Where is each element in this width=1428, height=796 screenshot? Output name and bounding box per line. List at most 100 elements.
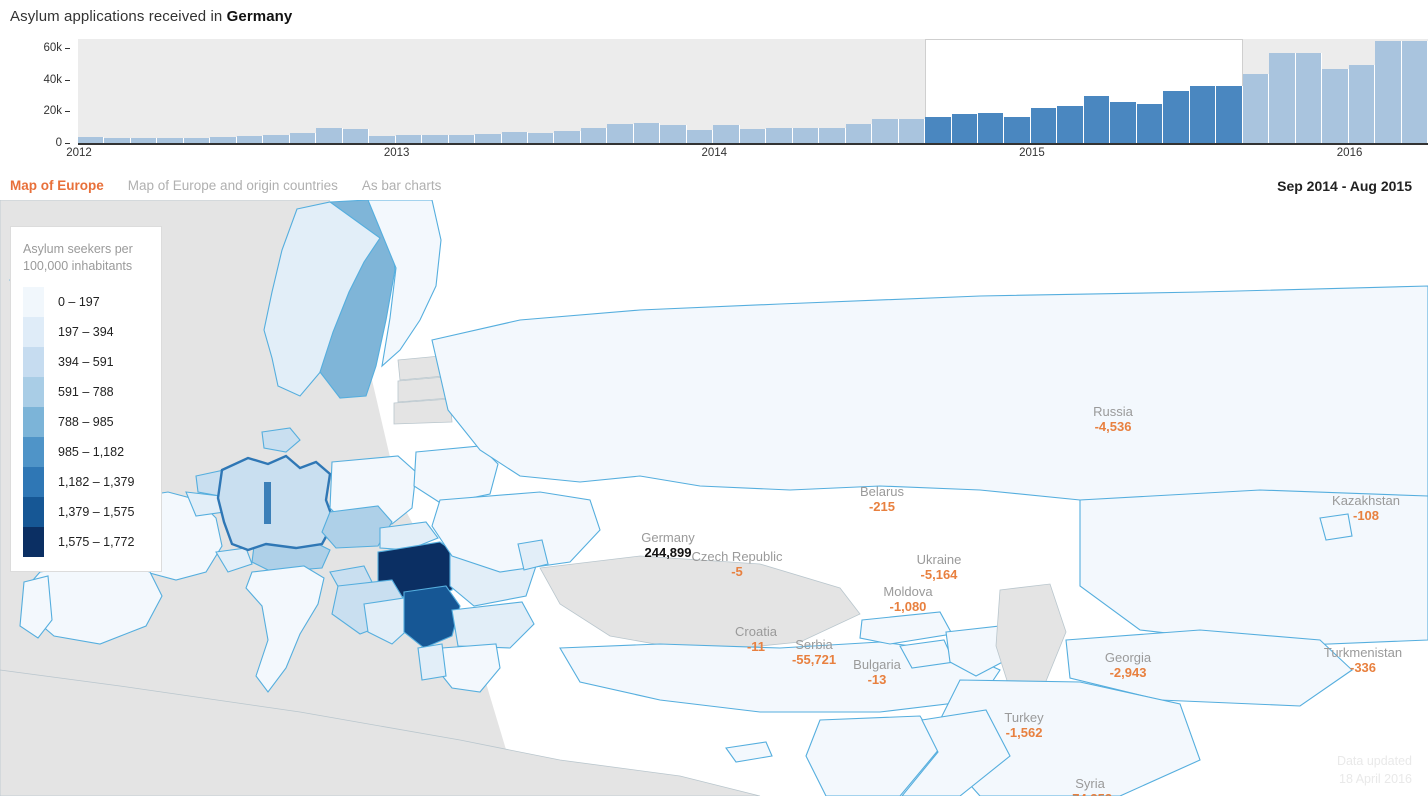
legend-bin[interactable]: 1,182 – 1,379 [23, 467, 151, 497]
timeline-bar[interactable] [1348, 65, 1376, 143]
view-tabs[interactable]: Map of Europe Map of Europe and origin c… [10, 178, 441, 193]
legend-bin[interactable]: 0 – 197 [23, 287, 151, 317]
legend-bin[interactable]: 197 – 394 [23, 317, 151, 347]
timeline-bar-selected[interactable] [1216, 86, 1243, 143]
aral-sea [1319, 513, 1353, 541]
timeline-bar[interactable] [422, 134, 449, 143]
tab-as-bar-charts[interactable]: As bar charts [362, 178, 442, 193]
timeline-bar[interactable] [1375, 40, 1402, 143]
timeline-bar[interactable] [369, 136, 396, 143]
timeline-bar[interactable] [607, 124, 634, 143]
map-svg[interactable] [0, 200, 1428, 796]
legend-color-swatch [23, 437, 44, 467]
timeline-bar[interactable] [1401, 40, 1428, 143]
timeline-bar[interactable] [448, 135, 476, 143]
timeline-bar-selected[interactable] [1057, 106, 1084, 143]
legend-bin[interactable]: 985 – 1,182 [23, 437, 151, 467]
timeline-bar[interactable] [263, 134, 290, 143]
timeline-bar[interactable] [1295, 52, 1323, 143]
asylum-dashboard: Asylum applications received in Germany … [0, 0, 1428, 796]
legend-bin-label: 1,575 – 1,772 [58, 535, 135, 549]
timeline-y-tick-label: 40k [43, 73, 62, 86]
timeline-bar[interactable] [528, 132, 555, 143]
legend-color-swatch [23, 497, 44, 527]
legend-title-line2: 100,000 inhabitants [23, 259, 133, 273]
tab-map-of-europe[interactable]: Map of Europe [10, 178, 104, 193]
legend-bin-label: 1,182 – 1,379 [58, 475, 135, 489]
country-kazakhstan [1079, 489, 1428, 647]
timeline-bar[interactable] [660, 125, 687, 143]
timeline-bar[interactable] [633, 122, 661, 143]
timeline-bar[interactable] [342, 128, 370, 143]
timeline-x-tick-label: 2013 [383, 147, 410, 159]
timeline-bar[interactable] [395, 134, 423, 143]
timeline-axis-line [78, 143, 1428, 145]
legend-color-swatch [23, 347, 44, 377]
timeline-y-tick [65, 79, 70, 81]
legend-bin[interactable]: 1,575 – 1,772 [23, 527, 151, 557]
timeline-y-tick-label: 0 [55, 137, 62, 149]
legend-bin[interactable]: 788 – 985 [23, 407, 151, 437]
date-range-label: Sep 2014 - Aug 2015 [1277, 178, 1412, 194]
timeline-bar[interactable] [845, 124, 873, 143]
timeline-bar[interactable] [554, 131, 581, 143]
germany-value-bar [264, 482, 271, 524]
timeline-bar-selected[interactable] [1110, 102, 1137, 143]
timeline-bar[interactable] [1242, 74, 1270, 143]
timeline-bar[interactable] [475, 133, 502, 143]
timeline-bar[interactable] [819, 127, 846, 143]
country-lithuania [393, 398, 453, 425]
timeline-bar[interactable] [686, 129, 714, 143]
timeline-bar-selected[interactable] [1004, 116, 1031, 143]
legend-bin[interactable]: 1,379 – 1,575 [23, 497, 151, 527]
tab-map-of-europe-and-origin-countries[interactable]: Map of Europe and origin countries [128, 178, 338, 193]
timeline-bar-selected[interactable] [1163, 90, 1190, 143]
legend-title-line1: Asylum seekers per [23, 242, 133, 256]
legend-bin-label: 985 – 1,182 [58, 445, 125, 459]
legend-color-swatch [23, 527, 44, 557]
timeline-bar[interactable] [501, 132, 528, 143]
timeline-bar-selected[interactable] [978, 113, 1005, 143]
timeline-bar[interactable] [898, 119, 926, 143]
timeline-bars[interactable] [78, 39, 1428, 143]
timeline-bar[interactable] [580, 128, 608, 143]
europe-map[interactable]: Germany 244,899 Czech Republic -5 Belarus -21… [0, 200, 1428, 796]
timeline-bar[interactable] [316, 127, 343, 143]
legend-color-swatch [23, 407, 44, 437]
country-moldova [517, 539, 549, 571]
timeline-bar-selected[interactable] [951, 113, 978, 143]
legend-color-swatch [23, 377, 44, 407]
page-title-prefix: Asylum applications received in [10, 8, 227, 25]
legend-bin[interactable]: 394 – 591 [23, 347, 151, 377]
legend-bin[interactable]: 591 – 788 [23, 377, 151, 407]
legend-color-swatch [23, 317, 44, 347]
timeline-y-tick [65, 111, 70, 113]
legend-bin-label: 591 – 788 [58, 385, 114, 399]
timeline-bar[interactable] [1322, 68, 1349, 143]
legend-bin-label: 197 – 394 [58, 325, 114, 339]
timeline-y-tick-label: 20k [43, 105, 62, 118]
timeline-bar[interactable] [739, 128, 767, 143]
legend-bin-label: 1,379 – 1,575 [58, 505, 135, 519]
timeline-bar[interactable] [713, 124, 740, 143]
country-germany [216, 454, 336, 552]
timeline-chart[interactable]: 0 20k 40k 60k 2012 2013 2014 2015 2016 [0, 33, 1428, 163]
page-title: Asylum applications received in Germany [10, 8, 292, 25]
timeline-y-tick [65, 143, 70, 144]
page-title-country: Germany [226, 8, 293, 25]
timeline-bar[interactable] [872, 118, 899, 143]
timeline-bar-selected[interactable] [1083, 95, 1111, 143]
timeline-bar[interactable] [766, 127, 793, 143]
timeline-x-tick-label: 2012 [66, 147, 92, 159]
timeline-bar-selected[interactable] [1030, 108, 1058, 143]
legend-title: Asylum seekers per 100,000 inhabitants [23, 241, 151, 275]
timeline-bar-selected[interactable] [925, 116, 952, 143]
timeline-bar[interactable] [236, 136, 264, 143]
timeline-bar-selected[interactable] [1189, 86, 1217, 143]
timeline-plot[interactable] [78, 39, 1428, 143]
timeline-bar-selected[interactable] [1136, 103, 1164, 143]
legend-rows: 0 – 197 197 – 394 394 – 591 591 – 788 788 – … [23, 287, 151, 557]
timeline-bar[interactable] [792, 128, 820, 143]
timeline-bar[interactable] [289, 132, 317, 143]
timeline-bar[interactable] [1269, 52, 1296, 143]
